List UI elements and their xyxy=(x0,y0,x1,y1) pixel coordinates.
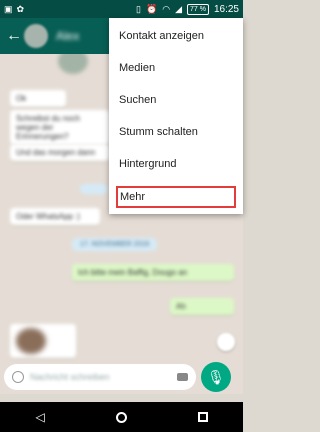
menu-item-kontakt-anzeigen[interactable]: Kontakt anzeigen xyxy=(109,21,243,51)
back-nav-icon[interactable]: ◁ xyxy=(35,410,44,424)
message-bubble[interactable]: Ok xyxy=(10,90,66,107)
menu-item-suchen[interactable]: Suchen xyxy=(109,85,243,115)
overflow-menu: Kontakt anzeigen Medien Suchen Stumm sch… xyxy=(109,18,243,214)
camera-icon[interactable] xyxy=(177,373,188,381)
mic-icon: 🎙 xyxy=(207,368,225,385)
message-input[interactable]: Nachricht schreiben xyxy=(30,372,177,382)
clock: 16:25 xyxy=(213,3,239,15)
photo-thumbnail[interactable] xyxy=(58,54,88,74)
mic-button[interactable]: 🎙 xyxy=(201,362,231,392)
scroll-down-button[interactable] xyxy=(217,333,235,351)
signal-icon: ◢ xyxy=(175,3,182,14)
battery-indicator: 77 % xyxy=(187,3,209,15)
home-nav-icon[interactable] xyxy=(115,411,127,423)
recents-nav-icon[interactable] xyxy=(197,412,208,422)
avatar[interactable] xyxy=(24,24,48,48)
menu-item-hintergrund[interactable]: Hintergrund xyxy=(109,149,243,179)
vibrate-icon: ▯ xyxy=(136,3,141,14)
menu-item-medien[interactable]: Medien xyxy=(109,53,243,83)
contact-name[interactable]: Alex xyxy=(56,29,79,43)
alarm-icon: ⏰ xyxy=(146,3,158,14)
message-bubble[interactable]: Und das morgen dann xyxy=(10,144,110,161)
message-input-bar[interactable]: Nachricht schreiben xyxy=(4,364,196,390)
image-message[interactable] xyxy=(10,324,76,358)
whatsapp-notification-icon: ✿ xyxy=(16,3,25,14)
message-bubble-outgoing[interactable]: Ah xyxy=(170,298,234,315)
emoji-icon[interactable] xyxy=(12,371,24,383)
status-bar: ▣ ✿ ▯ ⏰ ◠ ◢ 77 % 16:25 xyxy=(0,0,243,18)
navigation-bar: ◁ xyxy=(0,402,243,432)
date-label xyxy=(80,184,108,194)
photo-thumbnail[interactable] xyxy=(16,328,46,354)
menu-item-stumm-schalten[interactable]: Stumm schalten xyxy=(109,117,243,147)
gallery-icon: ▣ xyxy=(4,3,13,14)
message-bubble[interactable]: Schreibst du noch wegen der Erinnerungen… xyxy=(10,110,110,145)
message-bubble-outgoing[interactable]: Ich bitte mein Baffig, Dougo an xyxy=(72,264,234,281)
menu-item-mehr[interactable]: Mehr xyxy=(116,186,236,208)
message-bubble[interactable]: Oder WhatsApp :) xyxy=(10,208,100,225)
wifi-icon: ◠ xyxy=(162,3,171,14)
date-label: 17. NOVEMBER 2016 xyxy=(72,238,158,251)
arrow-left-icon[interactable]: ← xyxy=(6,27,22,45)
